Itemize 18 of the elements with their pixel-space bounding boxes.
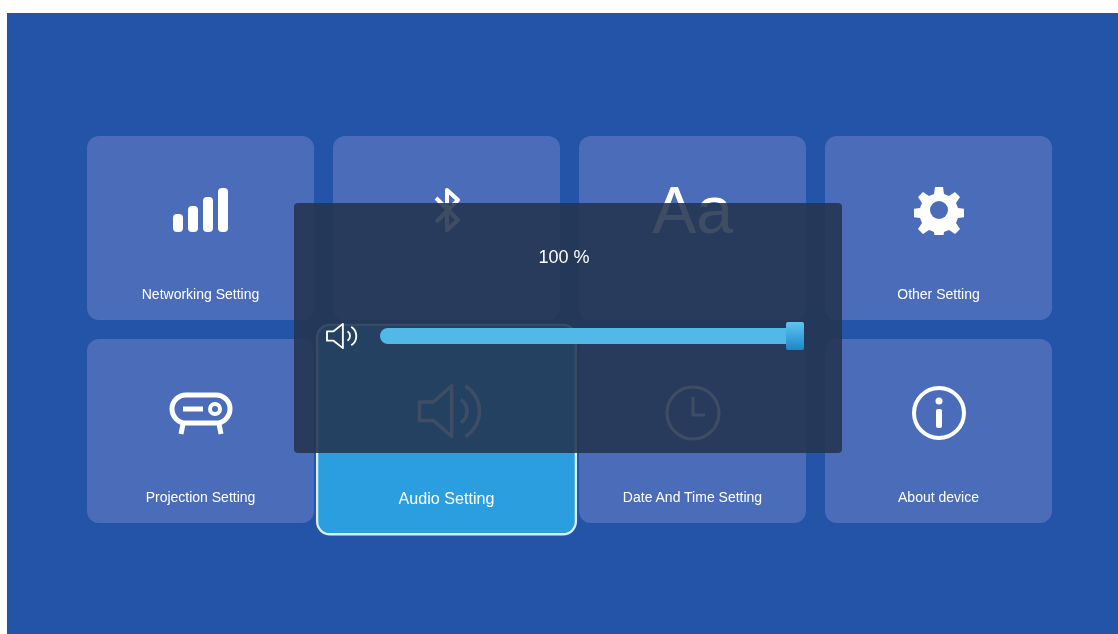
info-icon	[910, 385, 967, 441]
tile-label: Other Setting	[897, 286, 980, 302]
volume-slider[interactable]	[380, 322, 804, 350]
settings-icon	[913, 185, 964, 235]
signal-icon	[172, 188, 229, 232]
tile-label: Projection Setting	[145, 489, 256, 505]
volume-reading: 100 %	[538, 247, 590, 268]
tile-label: Date And Time Setting	[622, 489, 763, 505]
volume-icon	[324, 322, 358, 350]
tile-label: About device	[898, 489, 979, 505]
tile-label: Networking Setting	[141, 286, 260, 302]
settings-tile[interactable]: About device	[825, 339, 1052, 523]
projector-icon	[168, 390, 233, 436]
slider-thumb[interactable]	[786, 322, 804, 350]
settings-tile[interactable]: Networking Setting	[87, 136, 314, 320]
settings-tile[interactable]: Other Setting	[825, 136, 1052, 320]
tile-label: Audio Setting	[398, 489, 495, 508]
settings-tile[interactable]: Projection Setting	[87, 339, 314, 523]
